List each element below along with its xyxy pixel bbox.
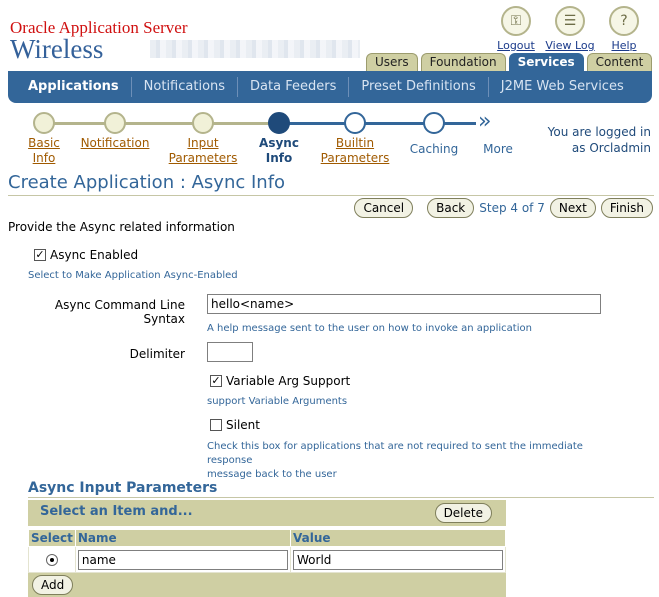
delimiter-input[interactable] xyxy=(207,342,253,362)
variable-arg-label: Variable Arg Support xyxy=(226,374,351,388)
step-notification-marker[interactable] xyxy=(104,112,126,134)
step-notification-link[interactable]: Notification xyxy=(81,136,150,151)
subtab-notifications[interactable]: Notifications xyxy=(130,77,237,97)
step-basic-info-link[interactable]: Basic Info xyxy=(28,136,60,166)
navigation-buttons: Cancel Back Step 4 of 7 Next Finish xyxy=(354,198,653,218)
train-line-remaining xyxy=(280,122,476,125)
column-header-select: Select xyxy=(28,529,76,547)
silent-label: Silent xyxy=(226,418,260,432)
column-header-name: Name xyxy=(74,529,292,547)
subtab-applications[interactable]: Applications xyxy=(16,77,131,97)
view-log-button[interactable]: ☰ View Log xyxy=(545,6,595,52)
step-label: Parameters xyxy=(168,151,238,165)
param-value-input[interactable] xyxy=(293,549,503,570)
step-caching-marker xyxy=(423,112,445,134)
variable-arg-row: ✓ Variable Arg Support xyxy=(210,374,350,388)
title-divider xyxy=(8,195,654,196)
step-async-info-marker xyxy=(268,112,290,134)
logout-key-icon[interactable]: ⚿ xyxy=(501,6,531,36)
table-footer-bar: Add xyxy=(28,573,506,597)
next-button[interactable]: Next xyxy=(549,198,596,218)
async-enabled-label: Async Enabled xyxy=(50,248,139,262)
tab-users[interactable]: Users xyxy=(366,53,418,71)
step-label: Info xyxy=(32,151,56,165)
table-control-text: Select an Item and... xyxy=(40,504,193,519)
top-tabs: Users Foundation Services Content xyxy=(366,53,653,71)
step-label: Basic xyxy=(28,136,60,150)
add-button[interactable]: Add xyxy=(32,575,74,595)
back-button[interactable]: Back xyxy=(427,198,475,218)
page-title: Create Application : Async Info xyxy=(8,172,286,193)
step-more-label: More xyxy=(483,142,513,156)
table-control-bar: Select an Item and... Delete xyxy=(28,500,506,526)
params-table: Select Name Value xyxy=(28,529,506,573)
view-log-link[interactable]: View Log xyxy=(545,39,594,52)
async-enabled-checkbox[interactable]: ✓ xyxy=(34,249,46,261)
help-button[interactable]: ? Help xyxy=(601,6,647,52)
silent-tip-line2: message back to the user xyxy=(207,469,337,480)
step-label: Async xyxy=(259,136,299,150)
param-name-input[interactable] xyxy=(77,549,288,570)
silent-row: Silent xyxy=(210,418,260,432)
step-caching-label: Caching xyxy=(409,142,459,156)
row-select-radio[interactable] xyxy=(45,553,58,566)
command-syntax-tip: A help message sent to the user on how t… xyxy=(207,323,532,334)
subtab-data-feeders[interactable]: Data Feeders xyxy=(237,77,348,97)
train-line-visited xyxy=(44,122,280,125)
step-async-info-label: Async Info xyxy=(259,136,299,166)
step-builtin-parameters-marker[interactable] xyxy=(344,112,366,134)
delete-button[interactable]: Delete xyxy=(434,503,492,523)
command-syntax-label: Async Command Line Syntax xyxy=(54,298,185,326)
login-status-line2: as Orcladmin xyxy=(571,141,651,155)
finish-button[interactable]: Finish xyxy=(600,198,653,218)
silent-tip: Check this box for applications that are… xyxy=(207,440,627,482)
step-basic-info-marker[interactable] xyxy=(33,112,55,134)
async-enabled-tip: Select to Make Application Async-Enabled xyxy=(28,270,238,281)
section-divider xyxy=(28,497,654,498)
step-label: Builtin xyxy=(335,136,375,150)
login-status-line1: You are logged in xyxy=(547,125,651,139)
step-label: Info xyxy=(265,151,293,165)
value-cell xyxy=(290,546,506,573)
subtab-j2me-web-services[interactable]: J2ME Web Services xyxy=(487,77,636,97)
global-buttons: ⚿ Logout ☰ View Log ? Help xyxy=(493,6,647,52)
step-label: Input xyxy=(187,136,219,150)
tab-foundation[interactable]: Foundation xyxy=(420,53,506,71)
view-log-icon[interactable]: ☰ xyxy=(555,6,585,36)
variable-arg-tip: support Variable Arguments xyxy=(207,396,348,407)
brand-decoration xyxy=(150,40,360,58)
select-cell xyxy=(28,546,76,573)
help-icon[interactable]: ? xyxy=(609,6,639,36)
step-indicator: Step 4 of 7 xyxy=(479,201,545,215)
step-builtin-parameters-link[interactable]: Builtin Parameters xyxy=(321,136,390,166)
login-status: You are logged in as Orcladmin xyxy=(548,124,651,156)
logout-button[interactable]: ⚿ Logout xyxy=(493,6,539,52)
variable-arg-checkbox[interactable]: ✓ xyxy=(210,375,222,387)
silent-checkbox[interactable] xyxy=(210,419,222,431)
sub-tabs-bar: Applications Notifications Data Feeders … xyxy=(8,71,652,103)
step-input-parameters-marker[interactable] xyxy=(192,112,214,134)
step-label: Parameters xyxy=(320,151,390,165)
instruction-text: Provide the Async related information xyxy=(8,220,235,234)
step-input-parameters-link[interactable]: Input Parameters xyxy=(169,136,238,166)
tab-services[interactable]: Services xyxy=(508,53,584,71)
delimiter-label: Delimiter xyxy=(129,347,185,361)
command-syntax-input[interactable] xyxy=(207,294,601,314)
name-cell xyxy=(74,546,292,573)
silent-tip-line1: Check this box for applications that are… xyxy=(207,441,583,466)
more-arrow-icon[interactable]: » xyxy=(478,111,491,133)
table-row xyxy=(28,546,506,573)
column-header-value: Value xyxy=(290,529,506,547)
async-enabled-row: ✓ Async Enabled xyxy=(34,248,138,262)
logout-link[interactable]: Logout xyxy=(497,39,535,52)
cancel-button[interactable]: Cancel xyxy=(354,198,414,218)
tab-content[interactable]: Content xyxy=(586,53,653,71)
table-header-row: Select Name Value xyxy=(28,529,506,547)
subtab-preset-definitions[interactable]: Preset Definitions xyxy=(348,77,487,97)
section-title: Async Input Parameters xyxy=(28,480,218,496)
step-train: » Basic Info Notification Input Paramete… xyxy=(10,110,513,170)
help-link[interactable]: Help xyxy=(611,39,636,52)
